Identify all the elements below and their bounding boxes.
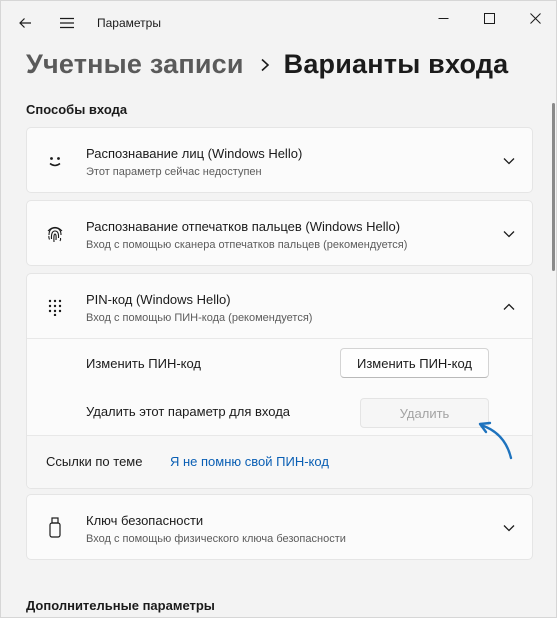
remove-signin-label: Удалить этот параметр для входа [86,404,291,419]
pin-change-row: Изменить ПИН-код Изменить ПИН-код [27,339,532,387]
chevron-down-icon[interactable] [500,152,518,170]
card-title: Распознавание лиц (Windows Hello) [86,146,303,161]
related-links-label: Ссылки по теме [46,454,143,469]
pin-options: Изменить ПИН-код Изменить ПИН-код Удалит… [27,338,532,488]
card-face-recognition[interactable]: Распознавание лиц (Windows Hello) Этот п… [26,127,533,193]
minimize-button[interactable] [420,3,466,33]
vertical-scrollbar[interactable] [552,103,555,271]
title-bar: Параметры [1,1,556,45]
close-icon [529,12,541,24]
minimize-icon [438,17,448,19]
maximize-icon [483,12,495,24]
fingerprint-icon [44,223,66,245]
section-title-signin-methods: Способы входа [26,102,128,117]
card-title: Распознавание отпечатков пальцев (Window… [86,219,401,234]
card-pin: PIN-код (Windows Hello) Вход с помощью П… [26,273,533,489]
chevron-down-icon[interactable] [500,225,518,243]
card-subtitle: Вход с помощью физического ключа безопас… [86,533,346,545]
settings-window: Параметры Учетные записи Варианты входа … [0,0,557,618]
card-security-key[interactable]: Ключ безопасности Вход с помощью физичес… [26,494,533,560]
breadcrumb-separator-icon [260,58,270,72]
card-title: Ключ безопасности [86,513,204,528]
card-title: PIN-код (Windows Hello) [86,292,231,307]
card-pin-header[interactable]: PIN-код (Windows Hello) Вход с помощью П… [27,274,532,338]
pin-remove-row: Удалить этот параметр для входа Удалить [27,387,532,435]
card-fingerprint[interactable]: Распознавание отпечатков пальцев (Window… [26,200,533,266]
keypad-icon [44,296,66,318]
change-pin-label: Изменить ПИН-код [86,356,202,371]
remove-pin-button: Удалить [360,398,489,428]
chevron-up-icon[interactable] [500,298,518,316]
face-smile-icon [44,150,66,172]
maximize-button[interactable] [466,3,512,33]
card-subtitle: Вход с помощью ПИН-кода (рекомендуется) [86,312,313,324]
hamburger-icon [60,17,74,29]
section-title-additional: Дополнительные параметры [26,598,215,613]
card-subtitle: Вход с помощью сканера отпечатков пальце… [86,239,408,251]
back-button[interactable] [11,9,39,37]
chevron-down-icon[interactable] [500,519,518,537]
window-title: Параметры [97,16,161,30]
breadcrumb: Учетные записи Варианты входа [26,49,508,80]
usb-key-icon [44,517,66,539]
arrow-left-icon [19,18,31,28]
card-subtitle: Этот параметр сейчас недоступен [86,166,262,178]
forgot-pin-link[interactable]: Я не помню свой ПИН-код [170,454,329,469]
breadcrumb-parent-link[interactable]: Учетные записи [26,49,244,80]
change-pin-button[interactable]: Изменить ПИН-код [340,348,489,378]
navigation-menu-button[interactable] [53,9,81,37]
related-links-row: Ссылки по теме Я не помню свой ПИН-код [27,435,532,488]
close-button[interactable] [512,3,556,33]
page-title: Варианты входа [283,49,509,79]
